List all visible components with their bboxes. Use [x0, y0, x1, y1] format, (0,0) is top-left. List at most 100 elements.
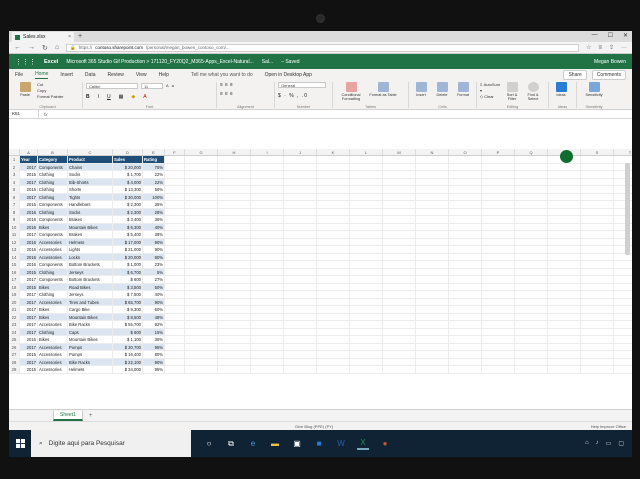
cell[interactable]: [284, 156, 317, 163]
cell[interactable]: [515, 253, 548, 260]
cell[interactable]: [317, 321, 350, 328]
cell[interactable]: [482, 261, 515, 268]
cell[interactable]: Components: [38, 163, 68, 170]
cell[interactable]: [449, 178, 482, 185]
cell[interactable]: [515, 186, 548, 193]
cell[interactable]: [482, 193, 515, 200]
cell[interactable]: [482, 268, 515, 275]
row-header[interactable]: 5: [9, 186, 20, 193]
column-header[interactable]: I: [251, 149, 284, 155]
cell[interactable]: [284, 366, 317, 373]
cell[interactable]: [165, 178, 185, 185]
column-header[interactable]: H: [218, 149, 251, 155]
cell[interactable]: [251, 201, 284, 208]
cell[interactable]: Accessories: [38, 358, 68, 365]
cell[interactable]: [317, 343, 350, 350]
cell[interactable]: [218, 358, 251, 365]
cell[interactable]: Components: [38, 261, 68, 268]
cell[interactable]: [449, 328, 482, 335]
more-icon[interactable]: ···: [621, 45, 627, 51]
cell[interactable]: [581, 343, 614, 350]
tab-file[interactable]: File: [15, 72, 23, 78]
cell[interactable]: [482, 283, 515, 290]
task-view-icon[interactable]: ⧉: [225, 438, 237, 450]
cell[interactable]: [165, 336, 185, 343]
fill-color-icon[interactable]: ◆: [131, 94, 135, 100]
cell[interactable]: [284, 313, 317, 320]
cell[interactable]: [548, 291, 581, 298]
cell[interactable]: [251, 223, 284, 230]
cell[interactable]: [449, 186, 482, 193]
cell[interactable]: 2015: [20, 366, 38, 373]
cell[interactable]: 23%: [143, 261, 165, 268]
share-button[interactable]: Share: [563, 69, 587, 80]
delete-cells-button[interactable]: Delete: [433, 82, 451, 97]
cell[interactable]: [284, 343, 317, 350]
cell[interactable]: [165, 163, 185, 170]
cell[interactable]: [515, 231, 548, 238]
cell[interactable]: [416, 208, 449, 215]
cell[interactable]: [284, 223, 317, 230]
cell[interactable]: Bikes: [38, 283, 68, 290]
cell[interactable]: [548, 261, 581, 268]
row-header[interactable]: 23: [9, 321, 20, 328]
cell[interactable]: 2017: [20, 358, 38, 365]
cell[interactable]: [165, 321, 185, 328]
cell[interactable]: [165, 186, 185, 193]
cell[interactable]: [317, 208, 350, 215]
cell[interactable]: Accessories: [38, 321, 68, 328]
cell[interactable]: $ 3,400: [113, 216, 143, 223]
cell[interactable]: [482, 253, 515, 260]
back-icon[interactable]: ←: [14, 44, 21, 51]
cell[interactable]: [251, 298, 284, 305]
cell[interactable]: 100%: [143, 193, 165, 200]
cell[interactable]: [515, 261, 548, 268]
cell[interactable]: [449, 321, 482, 328]
cell[interactable]: $ 600: [113, 328, 143, 335]
cell[interactable]: Helmets: [68, 238, 113, 245]
open-desktop-link[interactable]: Open in Desktop App: [265, 72, 312, 78]
cell[interactable]: [581, 291, 614, 298]
cell[interactable]: [317, 261, 350, 268]
cell[interactable]: [165, 358, 185, 365]
row-header[interactable]: 12: [9, 238, 20, 245]
cell[interactable]: [614, 284, 632, 291]
cell[interactable]: [350, 171, 383, 178]
cell[interactable]: 90%: [143, 358, 165, 365]
cell[interactable]: [581, 238, 614, 245]
row-header[interactable]: 7: [9, 201, 20, 208]
cell[interactable]: [515, 216, 548, 223]
cell[interactable]: Bikes: [38, 306, 68, 313]
cell[interactable]: [614, 299, 632, 306]
cell[interactable]: [614, 269, 632, 276]
cell[interactable]: [284, 193, 317, 200]
cell[interactable]: [383, 276, 416, 283]
cell[interactable]: [251, 208, 284, 215]
cell[interactable]: Brakes: [68, 231, 113, 238]
powerpoint-icon[interactable]: ●: [379, 438, 391, 450]
cell[interactable]: Helmets: [68, 366, 113, 373]
cell[interactable]: [251, 246, 284, 253]
cell[interactable]: [548, 193, 581, 200]
cell[interactable]: [548, 358, 581, 365]
cell[interactable]: [548, 366, 581, 373]
cell[interactable]: [416, 253, 449, 260]
cell[interactable]: Bottom Brackets: [68, 261, 113, 268]
cell[interactable]: [581, 186, 614, 193]
cell[interactable]: [515, 156, 548, 163]
cell[interactable]: [218, 336, 251, 343]
cell[interactable]: [482, 156, 515, 163]
maximize-button[interactable]: ☐: [608, 32, 613, 39]
cell[interactable]: Components: [38, 216, 68, 223]
taskbar-search-box[interactable]: ⌕ Digite aqui para Pesquisar: [31, 430, 191, 457]
cell[interactable]: [317, 276, 350, 283]
cell[interactable]: [548, 231, 581, 238]
cell[interactable]: [416, 321, 449, 328]
cell[interactable]: [383, 201, 416, 208]
cell[interactable]: [317, 328, 350, 335]
cell[interactable]: 40%: [143, 291, 165, 298]
network-icon[interactable]: ⌂: [585, 440, 589, 447]
cell[interactable]: 2017: [20, 298, 38, 305]
cell[interactable]: [185, 186, 218, 193]
cell[interactable]: [185, 178, 218, 185]
